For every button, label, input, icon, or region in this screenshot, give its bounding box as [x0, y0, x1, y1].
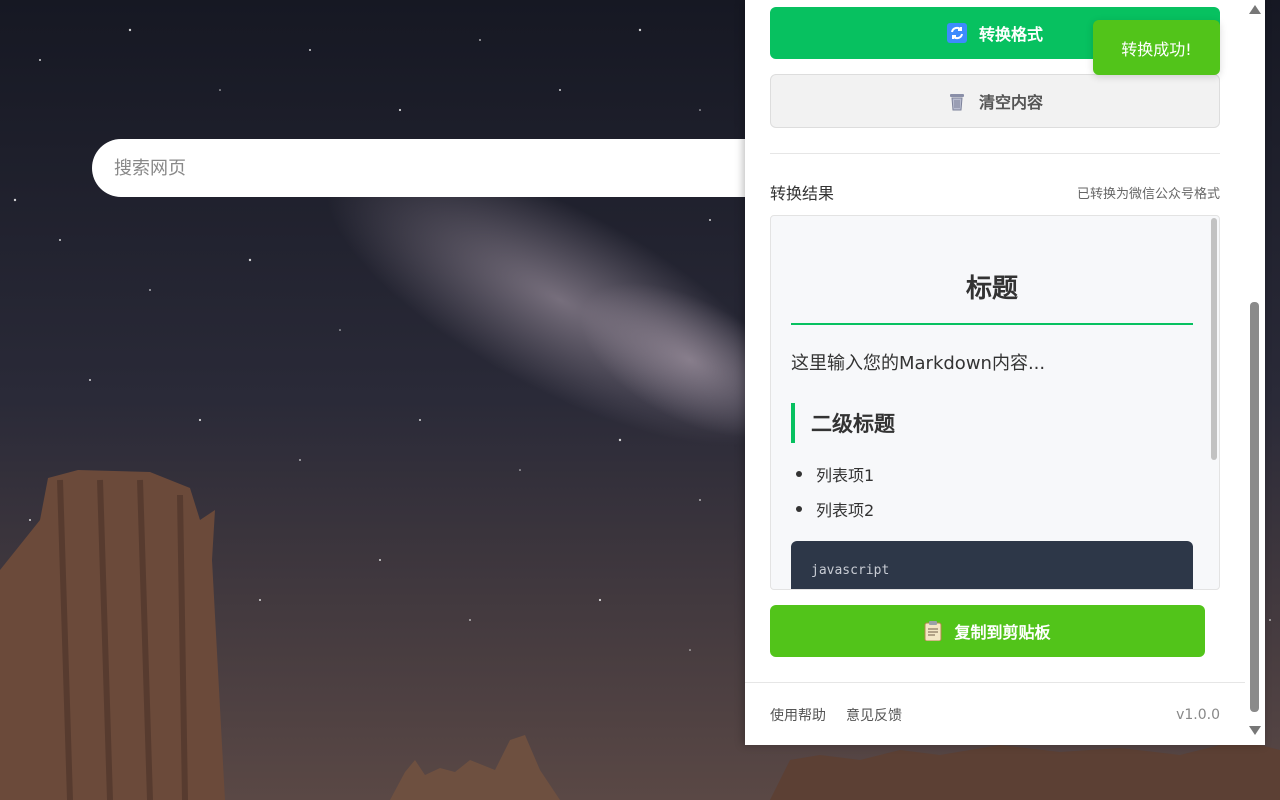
result-preview[interactable]: 标题 这里输入您的Markdown内容... 二级标题 列表项1 列表项2 ja… [770, 215, 1220, 590]
clear-button-label: 清空内容 [978, 93, 1043, 112]
scroll-down-icon[interactable] [1249, 726, 1261, 735]
preview-heading2-text: 二级标题 [811, 412, 895, 436]
converter-panel: 转换格式 清空内容 转换结果 已转换为微信公众号格式 标题 这里输入您的Mark… [745, 0, 1265, 745]
scrollbar-thumb[interactable] [1250, 302, 1259, 712]
result-label: 转换结果 [770, 184, 835, 203]
version-label: v1.0.0 [1176, 707, 1220, 723]
copy-button-label: 复制到剪贴板 [954, 623, 1051, 642]
scroll-up-icon[interactable] [1249, 5, 1261, 14]
feedback-link[interactable]: 意见反馈 [846, 705, 902, 725]
bullet-icon [796, 471, 802, 477]
panel-footer: 使用帮助 意见反馈 v1.0.0 [770, 705, 1220, 725]
search-input[interactable] [112, 156, 792, 180]
panel-scrollbar[interactable] [1245, 0, 1265, 745]
footer-divider [745, 682, 1265, 683]
code-lang: javascript [811, 563, 890, 578]
clipboard-icon [924, 621, 942, 641]
title-underline [791, 323, 1193, 325]
help-link[interactable]: 使用帮助 [770, 705, 826, 725]
preview-scrollbar[interactable] [1211, 218, 1217, 460]
result-header: 转换结果 已转换为微信公众号格式 [770, 180, 1220, 204]
list-item: 列表项2 [796, 497, 874, 521]
refresh-icon [946, 23, 967, 43]
search-box[interactable] [92, 139, 812, 197]
convert-button-label: 转换格式 [978, 25, 1043, 44]
preview-heading2: 二级标题 [791, 403, 1193, 443]
list-item: 列表项1 [796, 462, 874, 486]
toast-text: 转换成功! [1121, 39, 1192, 59]
trash-icon [947, 91, 967, 111]
clear-button[interactable]: 清空内容 [770, 74, 1220, 128]
bullet-icon [796, 506, 802, 512]
preview-paragraph: 这里输入您的Markdown内容... [791, 353, 1046, 374]
divider [770, 153, 1220, 154]
preview-title: 标题 [965, 274, 1018, 304]
success-toast: 转换成功! [1093, 20, 1220, 75]
copy-button[interactable]: 复制到剪贴板 [770, 605, 1205, 657]
list-item-text: 列表项1 [816, 466, 875, 485]
list-item-text: 列表项2 [816, 501, 875, 520]
result-status: 已转换为微信公众号格式 [1076, 186, 1220, 202]
code-block: javascript [791, 541, 1193, 589]
